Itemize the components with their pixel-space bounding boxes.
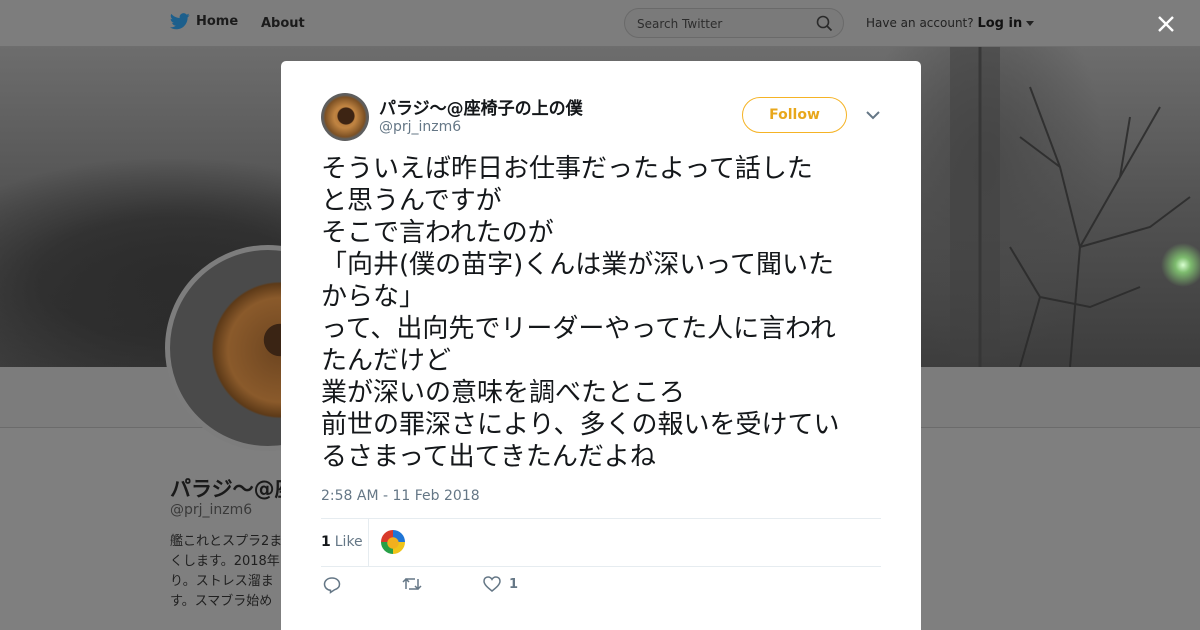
account-prompt: Have an account? bbox=[866, 16, 974, 30]
retweet-icon bbox=[402, 577, 422, 591]
reply-button[interactable] bbox=[323, 576, 341, 594]
login-link[interactable]: Log in bbox=[977, 16, 1022, 31]
author-name[interactable]: パラジ～@座椅子の上の僕 bbox=[379, 94, 583, 119]
account-menu[interactable]: Have an account? Log in bbox=[866, 16, 1035, 31]
search-input[interactable] bbox=[637, 15, 807, 33]
profile-handle: @prj_inzm6 bbox=[170, 502, 253, 518]
chevron-down-icon[interactable] bbox=[866, 111, 880, 120]
like-button[interactable]: 1 bbox=[483, 576, 518, 592]
likes-stat[interactable]: 1 Like bbox=[321, 534, 363, 550]
nav-about-link[interactable]: About bbox=[261, 16, 305, 31]
author-avatar[interactable] bbox=[321, 93, 369, 141]
tweet-text: そういえば昨日お仕事だったよって話した と思うんですが そこで言われたのが 「向… bbox=[321, 154, 840, 472]
top-navigation-bar: Home About Have an account? Log in bbox=[0, 0, 1200, 47]
tweet-modal: パラジ～@座椅子の上の僕 @prj_inzm6 Follow そういえば昨日お仕… bbox=[281, 61, 921, 630]
close-icon[interactable] bbox=[1156, 14, 1176, 34]
heart-icon bbox=[483, 576, 501, 592]
author-handle[interactable]: @prj_inzm6 bbox=[379, 119, 461, 135]
nav-home-label: Home bbox=[196, 14, 239, 29]
search-icon[interactable] bbox=[816, 15, 833, 32]
tweet-actions: 1 bbox=[321, 576, 621, 600]
banner-tree-silhouette bbox=[950, 47, 1191, 367]
tweet-timestamp[interactable]: 2:58 AM - 11 Feb 2018 bbox=[321, 488, 480, 504]
likes-count: 1 bbox=[321, 534, 331, 550]
retweet-button[interactable] bbox=[402, 576, 422, 592]
tweet-stats: 1 Like bbox=[321, 518, 881, 567]
search-box[interactable] bbox=[624, 8, 844, 38]
caret-down-icon bbox=[1026, 21, 1035, 26]
reply-icon bbox=[323, 577, 341, 594]
likes-label: Like bbox=[334, 534, 363, 550]
profile-bio: 艦これとスプラ2ま くします。2018年 り。ストレス溜ま す。スマブラ始め bbox=[170, 534, 283, 609]
follow-button[interactable]: Follow bbox=[742, 97, 847, 133]
nav-home-link[interactable]: Home bbox=[170, 13, 238, 30]
like-action-count: 1 bbox=[509, 576, 519, 592]
stats-divider bbox=[368, 519, 369, 566]
liker-avatar[interactable] bbox=[381, 530, 405, 554]
twitter-bird-icon bbox=[170, 13, 190, 30]
